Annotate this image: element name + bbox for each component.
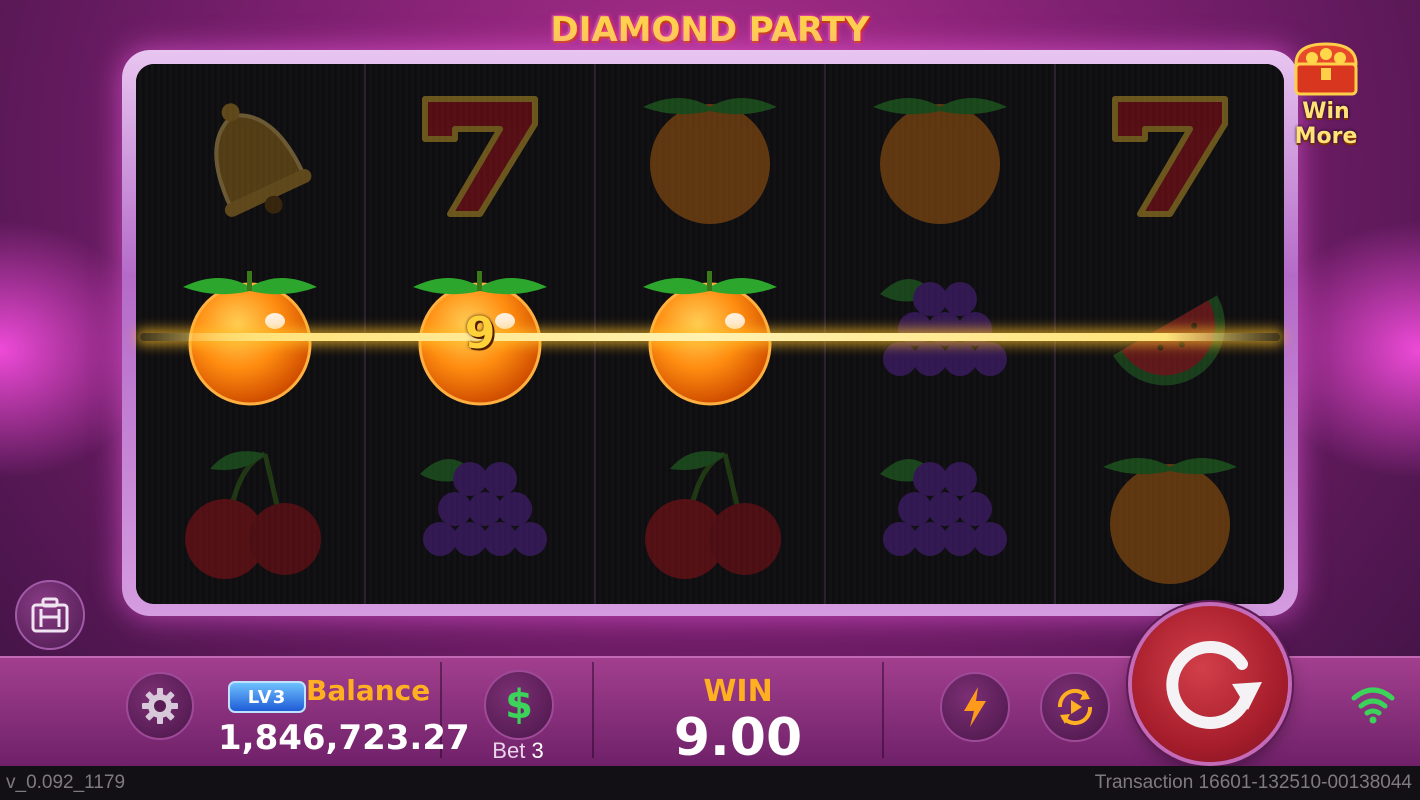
orange-symbol — [1056, 424, 1284, 604]
turbo-button[interactable] — [940, 672, 1010, 742]
seven-symbol — [1056, 64, 1284, 244]
game-title: DIAMOND PARTY — [550, 10, 870, 50]
cherry-symbol — [136, 424, 364, 604]
orange-symbol — [596, 64, 824, 244]
autoplay-icon — [1057, 688, 1093, 726]
win-more-label: Win More — [1294, 99, 1358, 149]
treasure-chest-icon — [1294, 42, 1358, 96]
orange-symbol — [826, 64, 1054, 244]
level-badge: LV3 — [228, 681, 306, 713]
divider — [882, 662, 884, 758]
divider — [592, 662, 594, 758]
briefcase-icon — [31, 597, 69, 633]
bet-label: Bet 3 — [486, 738, 550, 764]
dollar-icon: $ — [505, 682, 533, 728]
wifi-icon — [1351, 687, 1395, 724]
footer: v_0.092_1179 Transaction 16601-132510-00… — [0, 766, 1420, 800]
autoplay-button[interactable] — [1040, 672, 1110, 742]
signal-indicator — [1350, 684, 1396, 729]
payline-win-value: 9 — [464, 308, 496, 359]
spin-arrow-icon — [1166, 641, 1262, 729]
version-text: v_0.092_1179 — [6, 772, 126, 793]
bag-button[interactable] — [15, 580, 85, 650]
bet-value: 3 — [531, 738, 544, 763]
balance-value: 1,846,723.27 — [218, 718, 470, 758]
win-value: 9.00 — [673, 708, 803, 768]
gear-icon — [142, 688, 178, 724]
win-label: WIN — [703, 674, 773, 709]
settings-button[interactable] — [126, 672, 194, 740]
bet-button[interactable]: $ — [484, 670, 554, 740]
win-more-button[interactable]: Win More — [1270, 36, 1382, 149]
bet-label-text: Bet — [492, 738, 526, 763]
bell-symbol — [136, 64, 364, 244]
seven-symbol — [366, 64, 594, 244]
lightning-icon — [964, 687, 986, 727]
balance-label: Balance — [306, 674, 431, 707]
grapes-symbol — [366, 424, 594, 604]
transaction-text: Transaction 16601-132510-00138044 — [1094, 772, 1412, 793]
grapes-symbol — [826, 424, 1054, 604]
winning-payline — [140, 333, 1280, 341]
spin-button[interactable] — [1132, 606, 1288, 762]
cherry-symbol — [596, 424, 824, 604]
